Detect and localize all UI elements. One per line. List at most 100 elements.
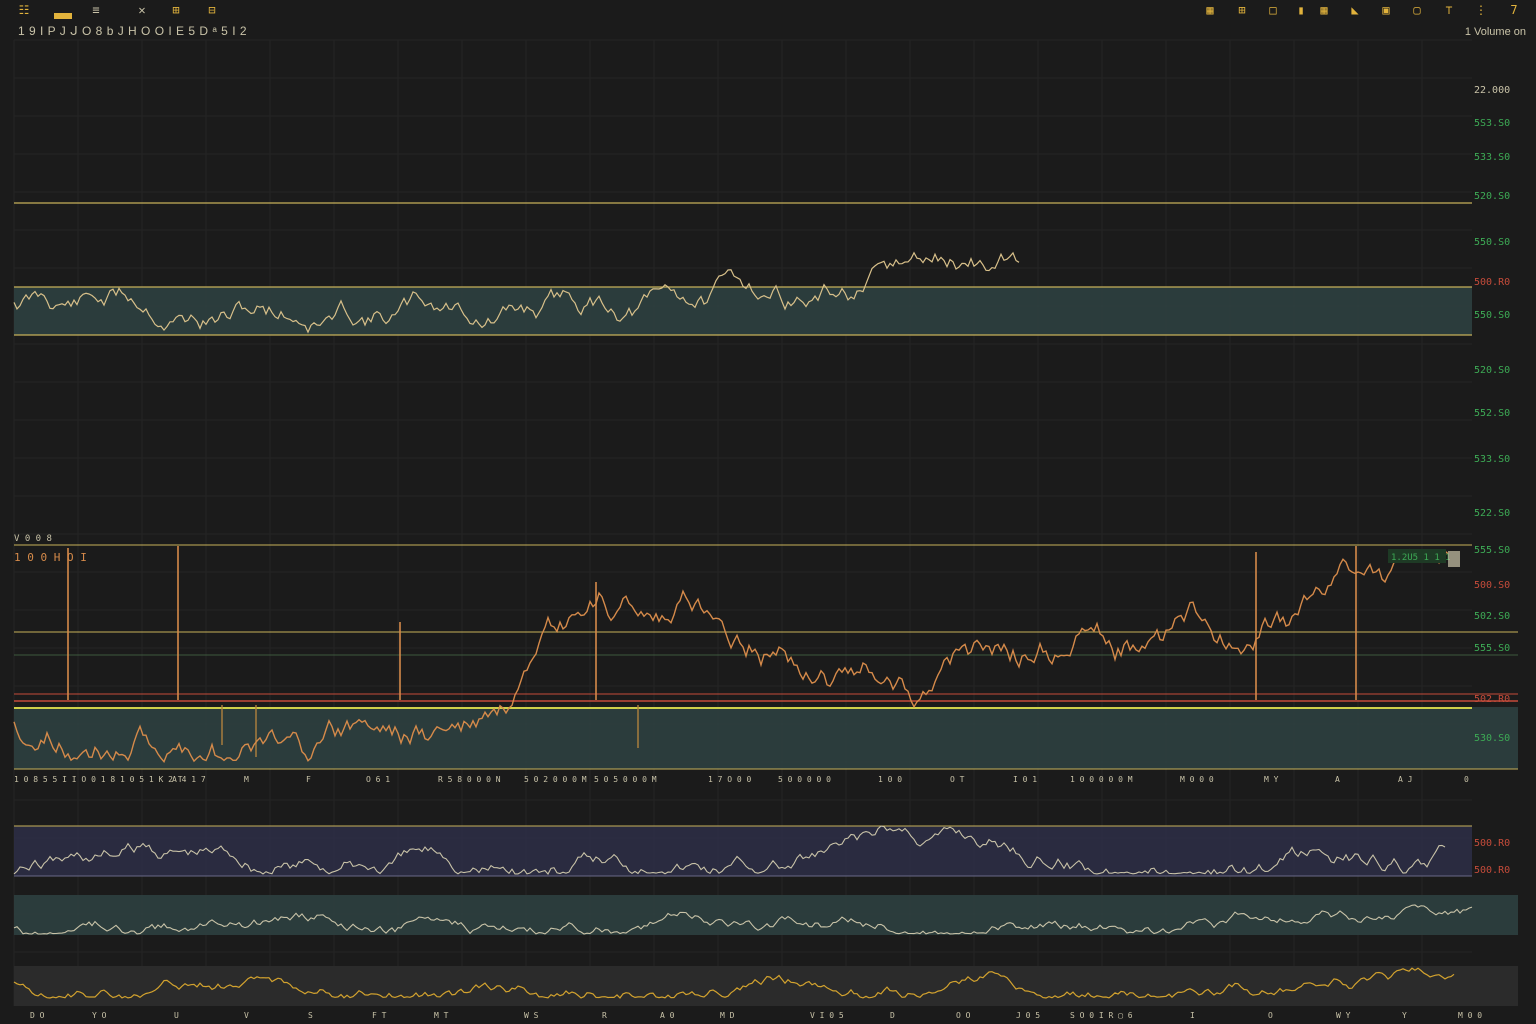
price-axis-label: 520.S0 [1474,191,1510,202]
date-label: F T [372,1011,387,1020]
last-value-marker [1448,551,1460,567]
volume-pane-label: 1 0 0 H O I [14,551,87,564]
draw-icon[interactable]: ✕ [136,3,148,18]
price-axis-label: 500.S0 [1474,580,1510,591]
volume-spikes [67,546,1357,757]
date-label: M 0 0 0 [1180,775,1214,784]
date-label: S [308,1011,313,1020]
date-label: W S [524,1011,539,1020]
pill-icon[interactable]: ▮ [1295,3,1307,18]
lines-icon[interactable]: ≡ [90,3,102,18]
square-icon[interactable]: ▣ [1380,3,1392,18]
table-icon[interactable]: ⊞ [1236,3,1248,18]
price-axis-label: 502.S0 [1474,611,1510,622]
oscillator-2-band [14,895,1518,935]
window-icon[interactable]: □ [1267,3,1279,18]
date-label: O T [950,775,965,784]
grid-small-icon[interactable]: ▦ [1318,3,1330,18]
price-axis-label: 530.S0 [1474,733,1510,744]
price-series-line [13,251,1020,334]
date-label: 5 0 5 0 0 0 M [594,775,657,784]
date-label: 1 0 8 5 5 I I O 0 1 8 1 0 5 1 K 2 T [14,775,183,784]
price-axis-label: 533.S0 [1474,454,1510,465]
date-label: D O [30,1011,45,1020]
price-axis-label: 5S3.S0 [1474,118,1510,129]
date-label: V I 0 5 [810,1011,844,1020]
volume-band [14,707,1518,769]
bookmark-icon[interactable]: ◣ [1349,3,1361,18]
date-label: A J [1398,775,1412,784]
price-axis-label: 500.R0 [1474,838,1510,849]
date-label: J 0 5 [1016,1011,1040,1020]
price-axis-label: 550.S0 [1474,310,1510,321]
date-label: Y [1402,1011,1407,1020]
date-axis-bottom: D O Y O U V S F T M T W S R A 0 M D V I 0 5 D O O J 0 … [30,1011,1482,1020]
date-label: W Y [1336,1011,1351,1020]
main-pane-label: V 0 0 8 [14,534,52,544]
bar-icon[interactable] [54,13,72,19]
oscillator-3-line [13,967,1455,999]
grid-icon[interactable]: ▦ [1204,3,1216,18]
volume-tag-text: 1.2U5 1 1 1 [1391,553,1451,563]
date-label: 1 0 0 [878,775,902,784]
layout-icon[interactable]: ⊟ [206,3,218,18]
date-label: 0 [1464,775,1469,784]
symbol-title: 1 9 I P J ᒍ O 8 b J H O O I E 5 D ᵃ 5 I … [18,24,248,38]
price-axis-label: 502.R0 [1474,694,1510,705]
date-label: Y O [92,1011,107,1020]
volume-tag [1388,549,1446,563]
date-label: 5 0 0 0 0 0 [778,775,831,784]
date-label: M T [434,1011,449,1020]
top-toolbar: ☷ ≡ ✕ ⊞ ⊟ ▦ ⊞ □ ▮ ▦ ◣ ▣ ▢ ⊤ ⋮ 7 [0,0,1536,22]
date-label: M D [720,1011,735,1020]
date-label: R [602,1011,607,1020]
date-label: S O 0 I R ▢ 6 [1070,1011,1133,1020]
price-axis-label: 522.S0 [1474,508,1510,519]
date-label: D [890,1011,895,1020]
date-label: 1 7 O 0 0 [708,775,752,784]
oscillator-2-line [13,904,1473,935]
date-label: R 5 8 0 0 0 N [438,775,501,784]
date-label: I [1190,1011,1195,1020]
price-axis-label: 533.S0 [1474,152,1510,163]
date-label: O O [956,1011,971,1020]
price-axis-label: 550.S0 [1474,237,1510,248]
volume-series-line [13,548,1449,764]
date-label: A [1335,775,1340,784]
chart-canvas[interactable]: V 0 0 8 1 0 0 H O I 1.2U5 1 1 1 22.000 5S… [0,0,1536,1024]
price-band [14,287,1472,335]
price-axis-label: 500.R0 [1474,865,1510,876]
minus-icon[interactable]: ⊤ [1443,3,1455,18]
date-label: V [244,1011,249,1020]
price-axis-label: 22.000 [1474,85,1510,96]
price-axis-label: 520.S0 [1474,365,1510,376]
price-axis-label: 555.S0 [1474,545,1510,556]
price-axis-label: 555.S0 [1474,643,1510,654]
date-label: O 6 1 [366,775,390,784]
date-label: U [174,1011,179,1020]
oscillator-1-line [13,825,1446,875]
seven-icon[interactable]: 7 [1508,3,1520,18]
volume-toggle[interactable]: 1 Volume on [1465,26,1526,38]
date-label: M [244,775,249,784]
date-axis-middle: 1 0 8 5 5 I I O 0 1 8 1 0 5 1 K 2 TA 4 1… [14,775,1469,784]
price-axis-label: 500.R0 [1474,277,1510,288]
grid-icon[interactable]: ☷ [18,3,30,18]
grid-lines [13,39,1472,1006]
settings-icon[interactable]: ⋮ [1475,3,1487,18]
oscillator-1-band [14,826,1472,876]
date-label: 1 0 0 0 0 0 M [1070,775,1133,784]
oscillator-3-band [14,966,1518,1006]
date-label: A 0 [660,1011,675,1020]
date-label: O [1268,1011,1273,1020]
price-axis-label: 552.S0 [1474,408,1510,419]
frame-icon[interactable]: ▢ [1411,3,1423,18]
price-axis: 22.000 5S3.S0 533.S0 520.S0 550.S0 500.R0 550.… [1474,85,1510,876]
indicator-icon[interactable]: ⊞ [170,3,182,18]
date-label: M Y [1264,775,1279,784]
date-label: M 0 0 [1458,1011,1482,1020]
date-label: F [306,775,311,784]
date-label: A 4 1 7 [172,775,206,784]
date-label: I 0 1 [1013,775,1037,784]
date-label: 5 0 2 0 0 0 M [524,775,587,784]
